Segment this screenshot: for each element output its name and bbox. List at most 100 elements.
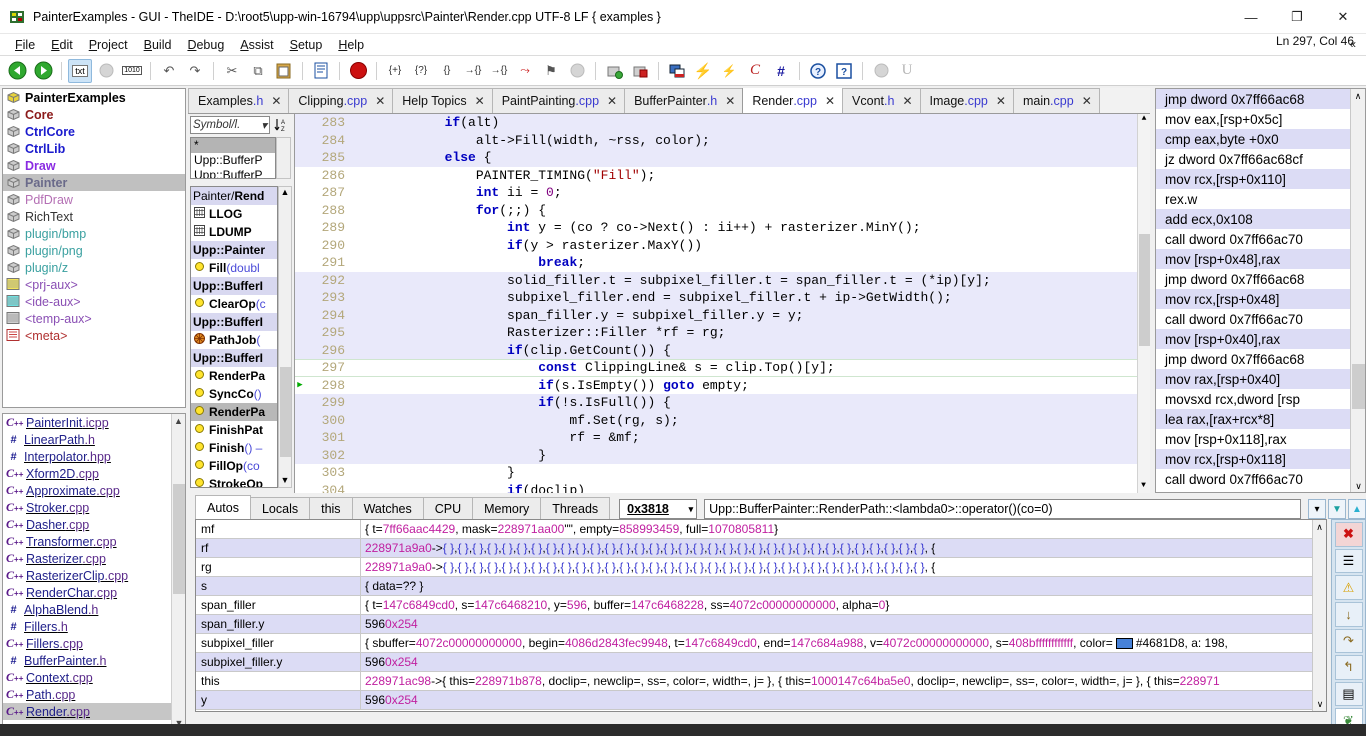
file-new-icon[interactable] [309, 59, 333, 83]
watch-row[interactable]: s{ data=?? } [196, 577, 1312, 596]
scroll-down-arrow[interactable]: ▼ [1138, 481, 1149, 493]
assist-symbol-scrollbar[interactable]: ▲ ▼ [278, 186, 292, 488]
code-line[interactable]: 294 span_filler.y = subpixel_filler.y = … [295, 307, 1137, 325]
editor-tab-bufferpainter-h[interactable]: BufferPainter.h✕ [624, 88, 743, 113]
scroll-down-arrow[interactable]: ▼ [279, 475, 291, 487]
execute-icon[interactable]: ⚡ [691, 59, 715, 83]
watch-row[interactable]: mf{ t=7ff66aac4429, mask=228971aa00 "", … [196, 520, 1312, 539]
disassembly-line[interactable]: jmp dword 0x7ff66ac68 [1156, 269, 1352, 289]
watch-row[interactable]: rg228971a9a0->{ }, { }, { }, { }, { }, {… [196, 558, 1312, 577]
file-item-context-cpp[interactable]: C++Context.cpp [3, 669, 171, 686]
assist-symbol-painter-rend[interactable]: Painter/Rend [191, 187, 277, 205]
editor-tab-help-topics[interactable]: Help Topics✕ [392, 88, 492, 113]
assist-symbol-fill[interactable]: Fill(doubl [191, 259, 277, 277]
disassembly-line[interactable]: mov rax,[rsp+0x40] [1156, 369, 1352, 389]
scroll-up-arrow[interactable]: ▲ [279, 187, 291, 199]
debug-run-icon[interactable]: ⚡ [717, 59, 741, 83]
menu-item-edit[interactable]: Edit [43, 36, 81, 54]
editor-scrollbar[interactable]: ▲ ▼ [1137, 114, 1150, 493]
editor-tab-bar[interactable]: Examples.h✕Clipping.cpp✕Help Topics✕Pain… [188, 88, 1150, 114]
file-item-linearpath-h[interactable]: #LinearPath.h [3, 431, 171, 448]
disassembly-line[interactable]: rex.w [1156, 189, 1352, 209]
close-icon[interactable]: ✕ [902, 94, 912, 108]
code-line[interactable]: 286 PAINTER_TIMING("Fill"); [295, 167, 1137, 185]
paste-icon[interactable] [272, 59, 296, 83]
disassembly-line[interactable]: mov rcx,[rsp+0x110] [1156, 169, 1352, 189]
sort-az-icon[interactable]: A Z [270, 115, 292, 135]
package-item-prj-aux[interactable]: <prj-aux> [3, 276, 185, 293]
disassembly-line[interactable]: jz dword 0x7ff66ac68cf [1156, 149, 1352, 169]
assist-symbol-upp-bufferi[interactable]: Upp::BufferI [191, 277, 277, 295]
assist-symbol-clearop[interactable]: ClearOp(c [191, 295, 277, 313]
step-over-icon[interactable]: ↷ [1335, 629, 1363, 654]
menu-item-debug[interactable]: Debug [179, 36, 232, 54]
file-item-render-cpp[interactable]: C++Render.cpp [3, 703, 171, 720]
package-item-meta[interactable]: <meta> [3, 327, 185, 344]
editor-tab-vcont-h[interactable]: Vcont.h✕ [842, 88, 920, 113]
code-line[interactable]: 291 break; [295, 254, 1137, 272]
debug-tab-autos[interactable]: Autos [195, 495, 251, 519]
file-item-fillers-cpp[interactable]: C++Fillers.cpp [3, 635, 171, 652]
file-item-dasher-cpp[interactable]: C++Dasher.cpp [3, 516, 171, 533]
expand-up-icon[interactable]: ▲ [1348, 499, 1366, 519]
editor-tab-render-cpp[interactable]: Render.cpp✕ [742, 88, 843, 113]
package-item-richtext[interactable]: RichText [3, 208, 185, 225]
debug-tab-bar[interactable]: AutosLocalsthisWatchesCPUMemoryThreads0x… [195, 495, 1366, 519]
forward-icon[interactable] [31, 59, 55, 83]
editor-tab-image-cpp[interactable]: Image.cpp✕ [920, 88, 1014, 113]
code-line[interactable]: 285 else { [295, 149, 1137, 167]
package-list[interactable]: PainterExamplesCoreCtrlCoreCtrlLibDrawPa… [2, 88, 186, 408]
stop-debug-icon[interactable]: ✖ [1335, 522, 1363, 547]
watch-row[interactable]: this228971ac98->{ this=228971b878, docli… [196, 672, 1312, 691]
disassembly-line[interactable]: mov [rsp+0x40],rax [1156, 329, 1352, 349]
file-list-scrollbar[interactable]: ▲ ▼ [171, 414, 185, 730]
disassembly-line[interactable]: mov [rsp+0x48],rax [1156, 249, 1352, 269]
memory-view-icon[interactable]: ▤ [1335, 682, 1363, 707]
package-item-temp-aux[interactable]: <temp-aux> [3, 310, 185, 327]
step-out-icon[interactable]: ↰ [1335, 655, 1363, 680]
code-line[interactable]: 301 rf = &mf; [295, 429, 1137, 447]
copy-icon[interactable]: ⧉ [246, 59, 270, 83]
scroll-thumb[interactable] [1352, 364, 1365, 409]
menu-item-file[interactable]: File [7, 36, 43, 54]
close-icon[interactable]: ✕ [607, 94, 617, 108]
undo-icon[interactable]: ↶ [157, 59, 181, 83]
disassembly-line[interactable]: movsxd rcx,dword [rsp [1156, 389, 1352, 409]
file-item-approximate-cpp[interactable]: C++Approximate.cpp [3, 482, 171, 499]
disassembly-panel[interactable]: jmp dword 0x7ff66ac68 mov eax,[rsp+0x5c] c… [1155, 88, 1366, 493]
disassembly-line[interactable]: mov eax,[rsp+0x5c] [1156, 109, 1352, 129]
editor-tab-clipping-cpp[interactable]: Clipping.cpp✕ [288, 88, 393, 113]
watch-row[interactable]: subpixel_filler{ sbuffer=4072c0000000000… [196, 634, 1312, 653]
build-icon[interactable] [602, 59, 626, 83]
debug-tab-this[interactable]: this [309, 497, 352, 519]
insert-brace-icon[interactable]: →{} [461, 59, 485, 83]
close-icon[interactable]: ✕ [475, 94, 485, 108]
watch-row[interactable]: rf228971a9a0->{ }, { }, { }, { }, { }, {… [196, 539, 1312, 558]
file-item-bufferpainter-h[interactable]: #BufferPainter.h [3, 652, 171, 669]
package-item-painterexamples[interactable]: PainterExamples [3, 89, 185, 106]
assist-symbol-upp-painter[interactable]: Upp::Painter [191, 241, 277, 259]
assist-symbol-upp-bufferi[interactable]: Upp::BufferI [191, 349, 277, 367]
debug-tab-memory[interactable]: Memory [472, 497, 541, 519]
file-item-renderchar-cpp[interactable]: C++RenderChar.cpp [3, 584, 171, 601]
stack-frame-signature[interactable]: Upp::BufferPainter::RenderPath::<lambda0… [704, 499, 1301, 519]
question-icon[interactable]: ? [832, 59, 856, 83]
code-line[interactable]: 288 for(;;) { [295, 202, 1137, 220]
stop-icon[interactable] [346, 59, 370, 83]
minimize-button[interactable]: — [1228, 0, 1274, 34]
rebuild-icon[interactable] [628, 59, 652, 83]
package-item-pdfdraw[interactable]: PdfDraw [3, 191, 185, 208]
package-item-plugin-bmp[interactable]: plugin/bmp [3, 225, 185, 242]
menu-item-help[interactable]: Help [330, 36, 372, 54]
code-line[interactable]: 296 if(clip.GetCount()) { [295, 342, 1137, 360]
code-line[interactable]: 300 mf.Set(rg, s); [295, 412, 1137, 430]
assist-symbol-upp-bufferi[interactable]: Upp::BufferI [191, 313, 277, 331]
close-icon[interactable]: ✕ [825, 94, 835, 108]
package-item-painter[interactable]: Painter [3, 174, 185, 191]
chevron-down-icon[interactable]: ▾ [261, 118, 267, 132]
assist-quick-item[interactable]: Upp::BufferP [191, 153, 275, 168]
file-item-path-cpp[interactable]: C++Path.cpp [3, 686, 171, 703]
disassembly-line[interactable]: call dword 0x7ff66ac70 [1156, 309, 1352, 329]
code-line[interactable]: 304 if(doclip) [295, 482, 1137, 494]
menu-item-setup[interactable]: Setup [282, 36, 331, 54]
